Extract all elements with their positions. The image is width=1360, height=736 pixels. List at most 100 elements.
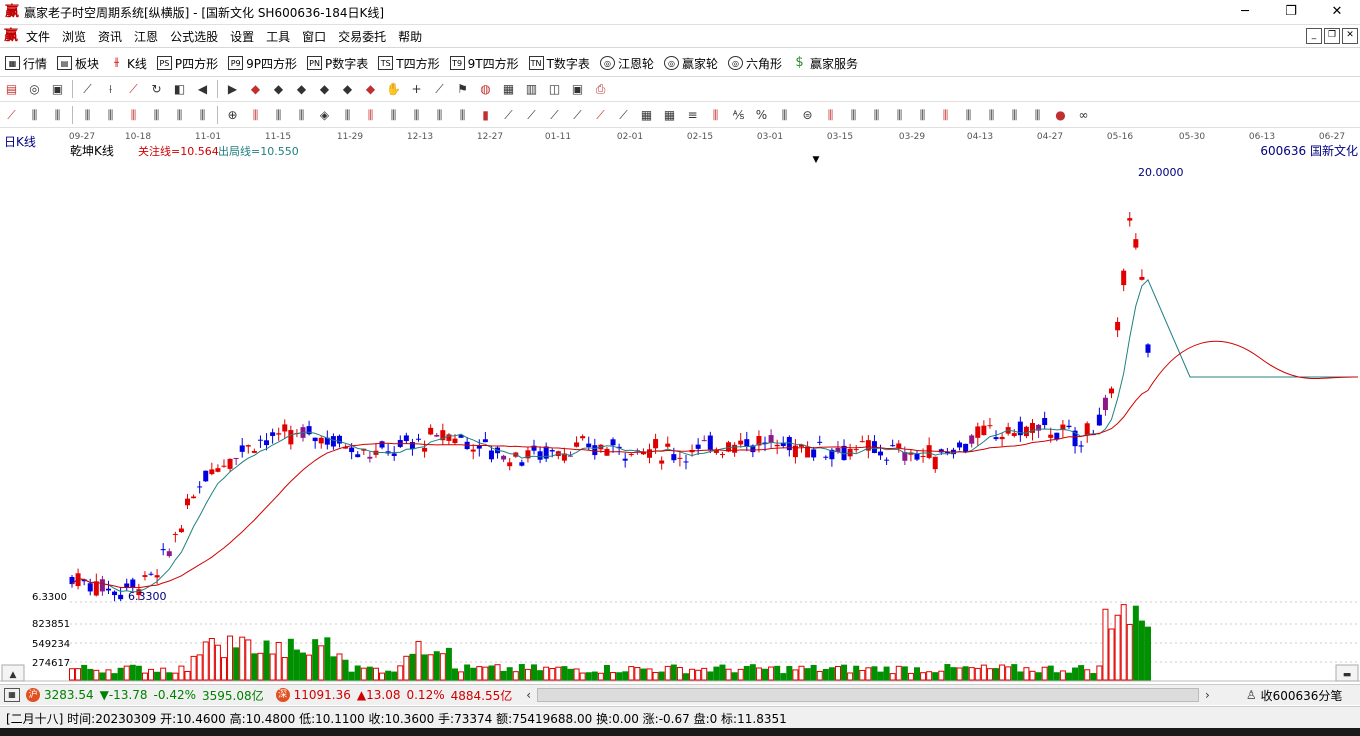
drawing-tool-26-icon[interactable]: ⎙ xyxy=(593,81,609,97)
analysis-tool-12-icon[interactable]: ⫼ xyxy=(271,107,287,123)
analysis-tool-22-icon[interactable]: ⟋ xyxy=(501,107,517,123)
analysis-tool-34-icon[interactable]: ⫼ xyxy=(777,107,793,123)
analysis-tool-27-icon[interactable]: ⟋ xyxy=(616,107,632,123)
drawing-tool-22-icon[interactable]: ▦ xyxy=(501,81,517,97)
calculator-icon[interactable]: ▦ xyxy=(4,688,20,702)
analysis-tool-13-icon[interactable]: ⫼ xyxy=(294,107,310,123)
analysis-tool-1-icon[interactable]: ⟋ xyxy=(4,107,20,123)
gann-wheel-button[interactable]: ◎ 江恩轮 xyxy=(595,55,659,72)
drawing-tool-9-icon[interactable]: ◀ xyxy=(195,81,211,97)
menu-file[interactable]: 文件 xyxy=(20,28,56,45)
chart-area[interactable]: 09-27 10-18 11-01 11-15 11-29 12-13 12-27 01-11… xyxy=(0,128,1360,683)
drawing-tool-24-icon[interactable]: ◫ xyxy=(547,81,563,97)
t-square-button[interactable]: TS T四方形 xyxy=(373,55,444,72)
menu-window[interactable]: 窗口 xyxy=(296,28,332,45)
drawing-tool-15-icon[interactable]: ◆ xyxy=(340,81,356,97)
drawing-tool-7-icon[interactable]: ↻ xyxy=(149,81,165,97)
drawing-tool-16-icon[interactable]: ◆ xyxy=(363,81,379,97)
drawing-tool-20-icon[interactable]: ⚑ xyxy=(455,81,471,97)
kline-button[interactable]: ╫ K线 xyxy=(104,55,152,72)
drawing-tool-6-icon[interactable]: ⟋ xyxy=(126,81,142,97)
analysis-tool-28-icon[interactable]: ▦ xyxy=(639,107,655,123)
analysis-tool-21-icon[interactable]: ▮ xyxy=(478,107,494,123)
drawing-tool-4-icon[interactable]: ⟋ xyxy=(80,81,96,97)
analysis-tool-42-icon[interactable]: ⫼ xyxy=(961,107,977,123)
analysis-tool-38-icon[interactable]: ⫼ xyxy=(869,107,885,123)
analysis-tool-14-icon[interactable]: ◈ xyxy=(317,107,333,123)
menu-browse[interactable]: 浏览 xyxy=(56,28,92,45)
drawing-tool-21-icon[interactable]: ◍ xyxy=(478,81,494,97)
analysis-tool-29-icon[interactable]: ▦ xyxy=(662,107,678,123)
analysis-tool-33-icon[interactable]: % xyxy=(754,107,770,123)
analysis-tool-5-icon[interactable]: ⫼ xyxy=(103,107,119,123)
analysis-tool-18-icon[interactable]: ⫼ xyxy=(409,107,425,123)
drawing-tool-3-icon[interactable]: ▣ xyxy=(50,81,66,97)
analysis-tool-16-icon[interactable]: ⫼ xyxy=(363,107,379,123)
analysis-tool-20-icon[interactable]: ⫼ xyxy=(455,107,471,123)
kline-chart[interactable]: 09-27 10-18 11-01 11-15 11-29 12-13 12-27 01-11… xyxy=(0,128,1360,683)
drawing-tool-10-icon[interactable]: ▶ xyxy=(225,81,241,97)
analysis-tool-45-icon[interactable]: ⫼ xyxy=(1030,107,1046,123)
drawing-tool-13-icon[interactable]: ◆ xyxy=(294,81,310,97)
analysis-tool-3-icon[interactable]: ⫼ xyxy=(50,107,66,123)
analysis-tool-30-icon[interactable]: ≡ xyxy=(685,107,701,123)
analysis-tool-10-icon[interactable]: ⊕ xyxy=(225,107,241,123)
analysis-tool-11-icon[interactable]: ⫼ xyxy=(248,107,264,123)
analysis-tool-8-icon[interactable]: ⫼ xyxy=(172,107,188,123)
mdi-restore-button[interactable]: ❐ xyxy=(1324,28,1340,44)
close-button[interactable]: ✕ xyxy=(1314,0,1360,24)
analysis-tool-44-icon[interactable]: ⫼ xyxy=(1007,107,1023,123)
analysis-tool-25-icon[interactable]: ⟋ xyxy=(570,107,586,123)
horizontal-scrollbar[interactable] xyxy=(537,688,1200,702)
scroll-right-arrow-icon[interactable]: › xyxy=(1205,688,1210,702)
mdi-minimize-button[interactable]: _ xyxy=(1306,28,1322,44)
menu-tools[interactable]: 工具 xyxy=(260,28,296,45)
analysis-tool-32-icon[interactable]: ⅍ xyxy=(731,107,747,123)
analysis-tool-31-icon[interactable]: ⫼ xyxy=(708,107,724,123)
drawing-tool-17-icon[interactable]: ✋ xyxy=(386,81,402,97)
analysis-tool-41-icon[interactable]: ⫼ xyxy=(938,107,954,123)
drawing-tool-19-icon[interactable]: ⟋ xyxy=(432,81,448,97)
drawing-tool-14-icon[interactable]: ◆ xyxy=(317,81,333,97)
analysis-tool-4-icon[interactable]: ⫼ xyxy=(80,107,96,123)
analysis-tool-2-icon[interactable]: ⫼ xyxy=(27,107,43,123)
sector-button[interactable]: ▤ 板块 xyxy=(52,55,104,72)
tick-detail-label[interactable]: 收600636分笔 xyxy=(1261,687,1343,704)
analysis-tool-6-icon[interactable]: ⫼ xyxy=(126,107,142,123)
menu-formula[interactable]: 公式选股 xyxy=(164,28,224,45)
maximize-button[interactable]: ❐ xyxy=(1268,0,1314,24)
scroll-left-arrow-icon[interactable]: ‹ xyxy=(526,688,531,702)
analysis-tool-17-icon[interactable]: ⫼ xyxy=(386,107,402,123)
drawing-tool-2-icon[interactable]: ◎ xyxy=(27,81,43,97)
t-number-button[interactable]: TN T数字表 xyxy=(524,55,595,72)
analysis-tool-7-icon[interactable]: ⫼ xyxy=(149,107,165,123)
analysis-tool-35-icon[interactable]: ⊜ xyxy=(800,107,816,123)
hexagon-button[interactable]: ◎ 六角形 xyxy=(723,55,787,72)
dropdown-arrow-icon[interactable]: ▼ xyxy=(813,155,820,165)
analysis-tool-24-icon[interactable]: ⟋ xyxy=(547,107,563,123)
drawing-tool-5-icon[interactable]: ⟊ xyxy=(103,81,119,97)
minimize-button[interactable]: ─ xyxy=(1222,0,1268,24)
p-number-button[interactable]: PN P数字表 xyxy=(302,55,373,72)
analysis-tool-40-icon[interactable]: ⫼ xyxy=(915,107,931,123)
quote-button[interactable]: ▦ 行情 xyxy=(0,55,52,72)
menu-settings[interactable]: 设置 xyxy=(224,28,260,45)
menu-info[interactable]: 资讯 xyxy=(92,28,128,45)
drawing-tool-8-icon[interactable]: ◧ xyxy=(172,81,188,97)
analysis-tool-9-icon[interactable]: ⫼ xyxy=(195,107,211,123)
winner-service-button[interactable]: $ 赢家服务 xyxy=(787,55,863,72)
analysis-tool-23-icon[interactable]: ⟋ xyxy=(524,107,540,123)
drawing-tool-18-icon[interactable]: + xyxy=(409,81,425,97)
analysis-tool-36-icon[interactable]: ⫼ xyxy=(823,107,839,123)
analysis-tool-46-icon[interactable]: ● xyxy=(1053,107,1069,123)
analysis-tool-39-icon[interactable]: ⫼ xyxy=(892,107,908,123)
drawing-tool-11-icon[interactable]: ◆ xyxy=(248,81,264,97)
analysis-tool-26-icon[interactable]: ⟋ xyxy=(593,107,609,123)
menu-help[interactable]: 帮助 xyxy=(392,28,428,45)
analysis-tool-19-icon[interactable]: ⫼ xyxy=(432,107,448,123)
drawing-tool-25-icon[interactable]: ▣ xyxy=(570,81,586,97)
analysis-tool-15-icon[interactable]: ⫼ xyxy=(340,107,356,123)
9p-square-button[interactable]: P9 9P四方形 xyxy=(223,55,302,72)
p-square-button[interactable]: PS P四方形 xyxy=(152,55,223,72)
winner-wheel-button[interactable]: ◎ 赢家轮 xyxy=(659,55,723,72)
